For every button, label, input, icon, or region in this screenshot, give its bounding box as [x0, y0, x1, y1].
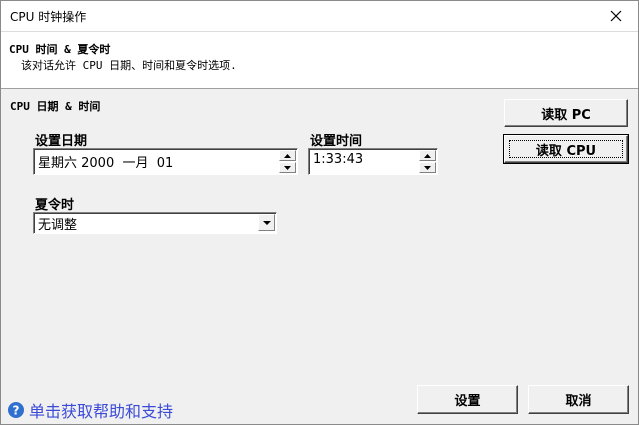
header-title: CPU 时间 & 夏令时: [9, 43, 111, 56]
spin-up-icon: [424, 153, 431, 158]
help-icon: ?: [8, 402, 24, 418]
spin-down-icon: [424, 165, 431, 170]
time-value: 1:33:43: [313, 152, 364, 167]
dialog-window: CPU 时钟操作 CPU 时间 & 夏令时 该对话允许 CPU 日期、时间和夏令…: [0, 0, 639, 425]
read-pc-label: 读取 PC: [541, 107, 591, 123]
chevron-down-icon: [262, 220, 271, 225]
dst-value: 无调整: [38, 218, 78, 233]
dst-dropdown-button[interactable]: [258, 214, 275, 231]
dialog-header: CPU 时间 & 夏令时 该对话允许 CPU 日期、时间和夏令时选项.: [1, 31, 638, 89]
time-spinner: [419, 150, 436, 173]
spin-up-icon: [284, 153, 291, 158]
read-pc-button[interactable]: 读取 PC: [504, 99, 628, 127]
date-spin-down-button[interactable]: [279, 162, 296, 173]
time-spin-down-button[interactable]: [419, 162, 436, 173]
spin-down-icon: [284, 165, 291, 170]
set-button[interactable]: 设置: [417, 385, 518, 414]
header-description: 该对话允许 CPU 日期、时间和夏令时选项.: [21, 59, 237, 72]
time-label: 设置时间: [310, 134, 363, 149]
cancel-label: 取消: [565, 394, 592, 409]
date-picker[interactable]: 星期六 2000 一月 01: [33, 148, 298, 175]
cancel-button[interactable]: 取消: [528, 385, 629, 414]
dst-label: 夏令时: [35, 198, 75, 213]
date-label: 设置日期: [35, 134, 88, 149]
help-link-text: 单击获取帮助和支持: [29, 402, 174, 421]
date-spin-up-button[interactable]: [279, 150, 296, 161]
window-title: CPU 时钟操作: [10, 10, 87, 24]
svg-text:?: ?: [13, 404, 20, 418]
dst-select[interactable]: 无调整: [33, 212, 277, 234]
title-bar: CPU 时钟操作: [1, 1, 638, 31]
group-title: CPU 日期 & 时间: [10, 100, 101, 113]
help-link[interactable]: ? 单击获取帮助和支持: [7, 398, 173, 422]
close-button[interactable]: [594, 1, 638, 31]
date-spinner: [279, 150, 296, 173]
time-picker[interactable]: 1:33:43: [308, 148, 438, 175]
close-icon: [610, 10, 622, 22]
date-value: 星期六 2000 一月 01: [38, 156, 174, 171]
focus-ring: [509, 140, 623, 158]
read-cpu-button[interactable]: 读取 CPU: [503, 134, 629, 164]
set-label: 设置: [454, 394, 481, 409]
time-spin-up-button[interactable]: [419, 150, 436, 161]
